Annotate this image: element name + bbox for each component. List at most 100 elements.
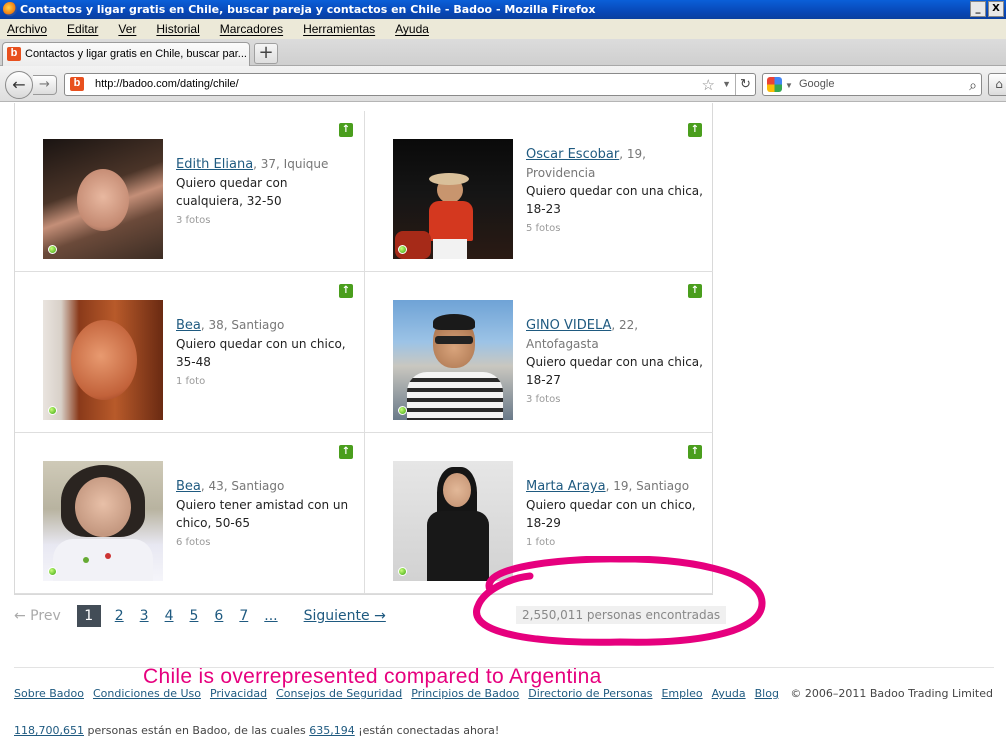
- profile-description: Quiero quedar con un chico, 18-29: [526, 498, 696, 530]
- back-button[interactable]: ←: [5, 71, 33, 99]
- footer-link-blog[interactable]: Blog: [755, 687, 779, 700]
- stats-text: personas están en Badoo, de las cuales: [83, 724, 310, 737]
- footer-link-principios[interactable]: Principios de Badoo: [411, 687, 519, 700]
- footer-link-directorio[interactable]: Directorio de Personas: [528, 687, 652, 700]
- profile-photo[interactable]: [43, 300, 163, 420]
- profile-photo[interactable]: [43, 461, 163, 581]
- profile-photo[interactable]: [43, 139, 163, 259]
- promote-icon[interactable]: ↑: [339, 284, 353, 298]
- search-input[interactable]: ▼ Google ⌕: [762, 73, 982, 96]
- profile-description: Quiero quedar con una chica, 18-23: [526, 184, 703, 216]
- engine-dropdown-icon[interactable]: ▼: [785, 75, 793, 96]
- menu-herramientas[interactable]: Herramientas: [303, 19, 375, 39]
- site-stats: 118,700,651 personas están en Badoo, de …: [14, 724, 499, 737]
- profile-description: Quiero tener amistad con un chico, 50-65: [176, 498, 349, 530]
- promote-icon[interactable]: ↑: [688, 123, 702, 137]
- footer-link-seguridad[interactable]: Consejos de Seguridad: [276, 687, 402, 700]
- page-4[interactable]: 4: [165, 608, 174, 624]
- next-page-link[interactable]: Siguiente →: [304, 608, 386, 624]
- tab-badoo[interactable]: b Contactos y ligar gratis en Chile, bus…: [2, 42, 250, 66]
- profile-photo-count[interactable]: 5 fotos: [526, 223, 560, 234]
- page-7[interactable]: 7: [239, 608, 248, 624]
- window-title-bar: Contactos y ligar gratis en Chile, busca…: [0, 0, 1006, 19]
- page-2[interactable]: 2: [115, 608, 124, 624]
- annotation-text: Chile is overrepresented compared to Arg…: [143, 665, 602, 688]
- online-indicator-icon: [48, 245, 57, 254]
- profile-name-link[interactable]: Bea: [176, 479, 201, 494]
- menu-editar[interactable]: Editar: [67, 19, 98, 39]
- page-6[interactable]: 6: [214, 608, 223, 624]
- profile-name-link[interactable]: Edith Eliana: [176, 157, 253, 172]
- highlight-ellipse: [473, 556, 766, 646]
- profile-photo-count[interactable]: 1 foto: [176, 376, 205, 387]
- footer-link-sobre[interactable]: Sobre Badoo: [14, 687, 84, 700]
- profile-meta: , 37, Iquique: [253, 157, 329, 171]
- profile-photo-count[interactable]: 3 fotos: [526, 394, 560, 405]
- online-indicator-icon: [48, 406, 57, 415]
- footer-link-condiciones[interactable]: Condiciones de Uso: [93, 687, 201, 700]
- profile-name-link[interactable]: Oscar Escobar: [526, 147, 619, 162]
- minimize-button[interactable]: _: [970, 1, 986, 17]
- site-identity-icon[interactable]: b: [70, 77, 84, 91]
- footer-link-empleo[interactable]: Empleo: [661, 687, 702, 700]
- pagination: ← Prev 1 2 3 4 5 6 7 ... Siguiente →: [14, 604, 386, 628]
- window-title: Contactos y ligar gratis en Chile, busca…: [20, 3, 596, 16]
- firefox-icon: [3, 2, 17, 16]
- profile-card: ↑ GINO VIDELA, 22, Antofagasta Quiero qu…: [364, 272, 713, 433]
- menu-historial[interactable]: Historial: [156, 19, 199, 39]
- page-ellipsis[interactable]: ...: [264, 608, 277, 624]
- prev-page-link[interactable]: ← Prev: [14, 608, 61, 624]
- promote-icon[interactable]: ↑: [688, 284, 702, 298]
- profile-description: Quiero quedar con cualquiera, 32-50: [176, 176, 288, 208]
- bookmark-star-icon[interactable]: ☆: [702, 75, 715, 96]
- online-indicator-icon: [398, 245, 407, 254]
- search-placeholder: Google: [799, 78, 835, 90]
- page-1[interactable]: 1: [76, 605, 101, 627]
- promote-icon[interactable]: ↑: [339, 445, 353, 459]
- profile-meta: , 19, Santiago: [605, 479, 690, 493]
- new-tab-button[interactable]: +: [254, 43, 278, 64]
- profile-photo[interactable]: [393, 139, 513, 259]
- promote-icon[interactable]: ↑: [688, 445, 702, 459]
- close-button[interactable]: X: [988, 1, 1004, 17]
- menu-bar: Archivo Editar Ver Historial Marcadores …: [0, 19, 1006, 39]
- tab-label: Contactos y ligar gratis en Chile, busca…: [25, 48, 247, 60]
- profile-meta: , 43, Santiago: [200, 479, 285, 493]
- stats-text-end: ¡están conectadas ahora!: [354, 724, 500, 737]
- online-indicator-icon: [398, 567, 407, 576]
- badoo-favicon-icon: b: [7, 47, 21, 61]
- profile-photo-count[interactable]: 6 fotos: [176, 537, 210, 548]
- promote-icon[interactable]: ↑: [339, 123, 353, 137]
- reload-button[interactable]: ↻: [735, 74, 755, 95]
- menu-ver[interactable]: Ver: [118, 19, 136, 39]
- profile-description: Quiero quedar con un chico, 35-48: [176, 337, 346, 369]
- menu-marcadores[interactable]: Marcadores: [220, 19, 283, 39]
- menu-ayuda[interactable]: Ayuda: [395, 19, 429, 39]
- url-bar[interactable]: b http://badoo.com/dating/chile/ ☆ ▼ ↻: [64, 73, 756, 96]
- profile-name-link[interactable]: Marta Araya: [526, 479, 606, 494]
- online-indicator-icon: [48, 567, 57, 576]
- online-users-link[interactable]: 635,194: [309, 724, 355, 737]
- footer-link-privacidad[interactable]: Privacidad: [210, 687, 267, 700]
- page-3[interactable]: 3: [140, 608, 149, 624]
- search-icon[interactable]: ⌕: [969, 75, 977, 96]
- forward-button[interactable]: →: [33, 75, 57, 95]
- profile-card: ↑ Oscar Escobar, 19, Providencia Quiero …: [364, 111, 713, 272]
- profile-photo-count[interactable]: 1 foto: [526, 537, 555, 548]
- profile-name-link[interactable]: GINO VIDELA: [526, 318, 611, 333]
- footer-divider: [14, 667, 994, 668]
- online-indicator-icon: [398, 406, 407, 415]
- page-5[interactable]: 5: [190, 608, 199, 624]
- total-users-link[interactable]: 118,700,651: [14, 724, 84, 737]
- chevron-down-icon[interactable]: ▼: [722, 74, 731, 95]
- google-icon[interactable]: [767, 77, 782, 92]
- profile-photo-count[interactable]: 3 fotos: [176, 215, 210, 226]
- profile-name-link[interactable]: Bea: [176, 318, 201, 333]
- footer-link-ayuda[interactable]: Ayuda: [712, 687, 746, 700]
- profile-photo[interactable]: [393, 300, 513, 420]
- copyright: © 2006–2011 Badoo Trading Limited: [790, 687, 993, 700]
- url-text: http://badoo.com/dating/chile/: [95, 78, 239, 90]
- menu-archivo[interactable]: Archivo: [7, 19, 47, 39]
- profile-grid: ↑ Edith Eliana, 37, Iquique Quiero queda…: [14, 103, 713, 595]
- home-button[interactable]: ⌂: [988, 73, 1006, 96]
